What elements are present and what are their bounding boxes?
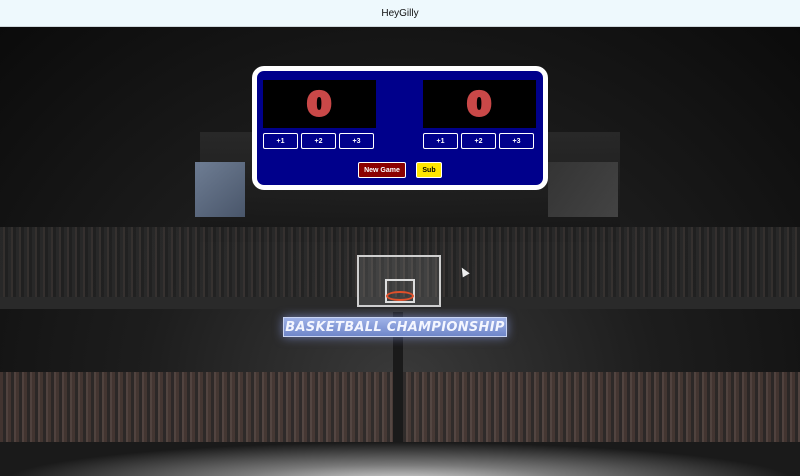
hoop-rim — [386, 291, 414, 301]
game-controls: New Game Sub — [257, 162, 543, 178]
home-plus-2-button[interactable]: +2 — [301, 133, 336, 149]
court-floor — [0, 442, 800, 476]
home-score: 0 — [306, 85, 334, 123]
guest-team: 0 +1 +2 +3 — [423, 80, 536, 149]
guest-plus-2-button[interactable]: +2 — [461, 133, 496, 149]
guest-score: 0 — [466, 85, 494, 123]
home-points-buttons: +1 +2 +3 — [263, 133, 376, 149]
guest-points-buttons: +1 +2 +3 — [423, 133, 536, 149]
home-plus-1-button[interactable]: +1 — [263, 133, 298, 149]
home-plus-3-button[interactable]: +3 — [339, 133, 374, 149]
guest-plus-1-button[interactable]: +1 — [423, 133, 458, 149]
guest-plus-3-button[interactable]: +3 — [499, 133, 534, 149]
scoreboard-panel: 0 +1 +2 +3 0 +1 +2 +3 New Game Sub — [252, 66, 548, 190]
guest-score-display: 0 — [423, 80, 536, 128]
championship-banner: BASKETBALL CHAMPIONSHIP — [283, 317, 507, 337]
new-game-button[interactable]: New Game — [358, 162, 406, 178]
jumbotron-left — [195, 162, 245, 217]
home-score-display: 0 — [263, 80, 376, 128]
jumbotron-right — [548, 162, 618, 217]
banner-text: BASKETBALL CHAMPIONSHIP — [285, 319, 505, 335]
home-team: 0 +1 +2 +3 — [263, 80, 376, 149]
sub-button[interactable]: Sub — [416, 162, 442, 178]
app-header: HeyGilly — [0, 0, 800, 27]
app-title: HeyGilly — [381, 7, 419, 19]
